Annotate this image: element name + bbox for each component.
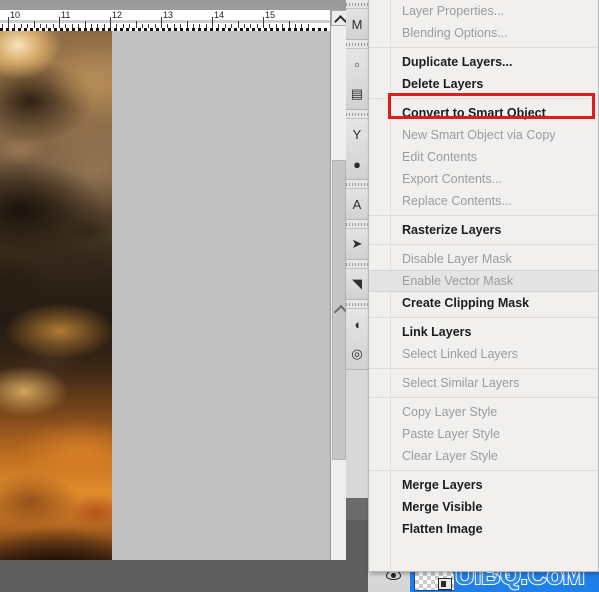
- ruler-label: 14: [214, 11, 224, 20]
- eye-pupil: [391, 573, 396, 578]
- menu-separator: [369, 317, 598, 318]
- layer-mask-icon: [438, 578, 452, 590]
- move-tool-icon[interactable]: M: [346, 9, 368, 39]
- ruler-tick-minor: [187, 21, 188, 28]
- ruler-label: 12: [112, 11, 122, 20]
- tool-group[interactable]: M: [346, 0, 368, 40]
- menu-separator: [369, 397, 598, 398]
- menu-item-clear-layer-style: Clear Layer Style: [369, 445, 598, 467]
- workspace-background-bottom: [0, 560, 368, 592]
- ruler-tick-minor: [85, 21, 86, 28]
- photo-highlights: [0, 31, 112, 592]
- menu-item-select-linked-layers: Select Linked Layers: [369, 343, 598, 365]
- healing-brush-icon[interactable]: Y: [346, 119, 368, 149]
- menu-item-duplicate-layers[interactable]: Duplicate Layers...: [369, 51, 598, 73]
- panel-drag-handle-icon[interactable]: [346, 0, 368, 9]
- menu-item-link-layers[interactable]: Link Layers: [369, 321, 598, 343]
- chevron-up-icon: [334, 15, 347, 28]
- panel-drag-handle-icon[interactable]: [346, 180, 368, 189]
- menu-item-edit-contents: Edit Contents: [369, 146, 598, 168]
- menu-item-blending-options: Blending Options...: [369, 22, 598, 44]
- dodge-tool-icon[interactable]: ◖: [346, 309, 368, 339]
- tool-group[interactable]: ➤: [346, 220, 368, 260]
- menu-item-select-similar-layers: Select Similar Layers: [369, 372, 598, 394]
- panel-drag-handle-icon[interactable]: [346, 110, 368, 119]
- ruler-tick-minor: [136, 21, 137, 28]
- menu-item-delete-layers[interactable]: Delete Layers: [369, 73, 598, 95]
- zoom-tool-icon[interactable]: ◎: [346, 339, 368, 369]
- menu-item-new-smart-object-via-copy: New Smart Object via Copy: [369, 124, 598, 146]
- highlight-annotation-box: [388, 93, 595, 119]
- canvas-vertical-scrollbar[interactable]: [330, 10, 347, 592]
- menu-item-create-clipping-mask[interactable]: Create Clipping Mask: [369, 292, 598, 314]
- ruler-tick-major: [8, 17, 9, 28]
- scrollbar-thumb[interactable]: [332, 160, 346, 460]
- menu-item-flatten-image[interactable]: Flatten Image: [369, 518, 598, 540]
- menu-item-disable-layer-mask: Disable Layer Mask: [369, 248, 598, 270]
- menu-item-rasterize-layers[interactable]: Rasterize Layers: [369, 219, 598, 241]
- ruler-tick-minor: [34, 21, 35, 28]
- canvas-area[interactable]: [0, 28, 330, 592]
- menu-item-merge-layers[interactable]: Merge Layers: [369, 474, 598, 496]
- menu-item-merge-visible[interactable]: Merge Visible: [369, 496, 598, 518]
- menu-separator: [369, 215, 598, 216]
- menu-item-replace-contents: Replace Contents...: [369, 190, 598, 212]
- menu-separator: [369, 47, 598, 48]
- menu-item-layer-properties: Layer Properties...: [369, 0, 598, 22]
- ruler-tick-minor: [289, 21, 290, 28]
- marquee-tool-icon[interactable]: ▫: [346, 49, 368, 79]
- scroll-up-button[interactable]: [331, 10, 347, 26]
- panel-drag-handle-icon[interactable]: [346, 260, 368, 269]
- tool-group[interactable]: Y●: [346, 110, 368, 180]
- menu-item-enable-vector-mask: Enable Vector Mask: [369, 270, 598, 292]
- menu-item-copy-layer-style: Copy Layer Style: [369, 401, 598, 423]
- menu-separator: [369, 470, 598, 471]
- tool-group[interactable]: ◖◎: [346, 300, 368, 370]
- ruler-label: 13: [163, 11, 173, 20]
- menu-separator: [369, 244, 598, 245]
- tool-group[interactable]: A: [346, 180, 368, 220]
- tool-panel-strip[interactable]: M▫▤Y●A➤◥◖◎: [346, 0, 369, 520]
- panel-drag-handle-icon[interactable]: [346, 220, 368, 229]
- pen-tool-icon[interactable]: ➤: [346, 229, 368, 259]
- panel-drag-handle-icon[interactable]: [346, 300, 368, 309]
- ruler-label: 15: [265, 11, 275, 20]
- canvas-empty-area[interactable]: [112, 31, 330, 592]
- ruler-tick-major: [161, 17, 162, 28]
- layer-context-menu[interactable]: Layer Properties...Blending Options... Du…: [368, 0, 599, 572]
- ruler-shade: [0, 20, 330, 23]
- eyedropper-icon[interactable]: ◥: [346, 269, 368, 299]
- panel-drag-handle-icon[interactable]: [346, 40, 368, 49]
- text-tool-icon[interactable]: A: [346, 189, 368, 219]
- ruler-tick-minor: [238, 21, 239, 28]
- ruler-tick-major: [110, 17, 111, 28]
- tool-group[interactable]: ▫▤: [346, 40, 368, 110]
- document-titlebar: [0, 0, 338, 10]
- tool-group[interactable]: ◥: [346, 260, 368, 300]
- ruler-label: 10: [10, 11, 20, 20]
- photoshop-screenshot: 101112131415 M▫▤Y●A➤◥◖◎: [0, 0, 599, 592]
- menu-separator: [369, 368, 598, 369]
- cloud-photo-layer[interactable]: [0, 31, 112, 592]
- crop-tool-icon[interactable]: ▤: [346, 79, 368, 109]
- horizontal-ruler[interactable]: 10 11 12 13 14 15: [0, 10, 330, 29]
- ruler-label: 11: [61, 11, 70, 20]
- panel-strip-shadow: [346, 498, 368, 522]
- ruler-tick-major: [263, 17, 264, 28]
- brush-tool-icon[interactable]: ●: [346, 149, 368, 179]
- context-menu-list: Layer Properties...Blending Options... Du…: [369, 0, 598, 540]
- menu-item-export-contents: Export Contents...: [369, 168, 598, 190]
- ruler-tick-major: [59, 17, 60, 28]
- menu-item-paste-layer-style: Paste Layer Style: [369, 423, 598, 445]
- ruler-tick-major: [212, 17, 213, 28]
- document-window: 10 11 12 13 14 15: [0, 0, 364, 592]
